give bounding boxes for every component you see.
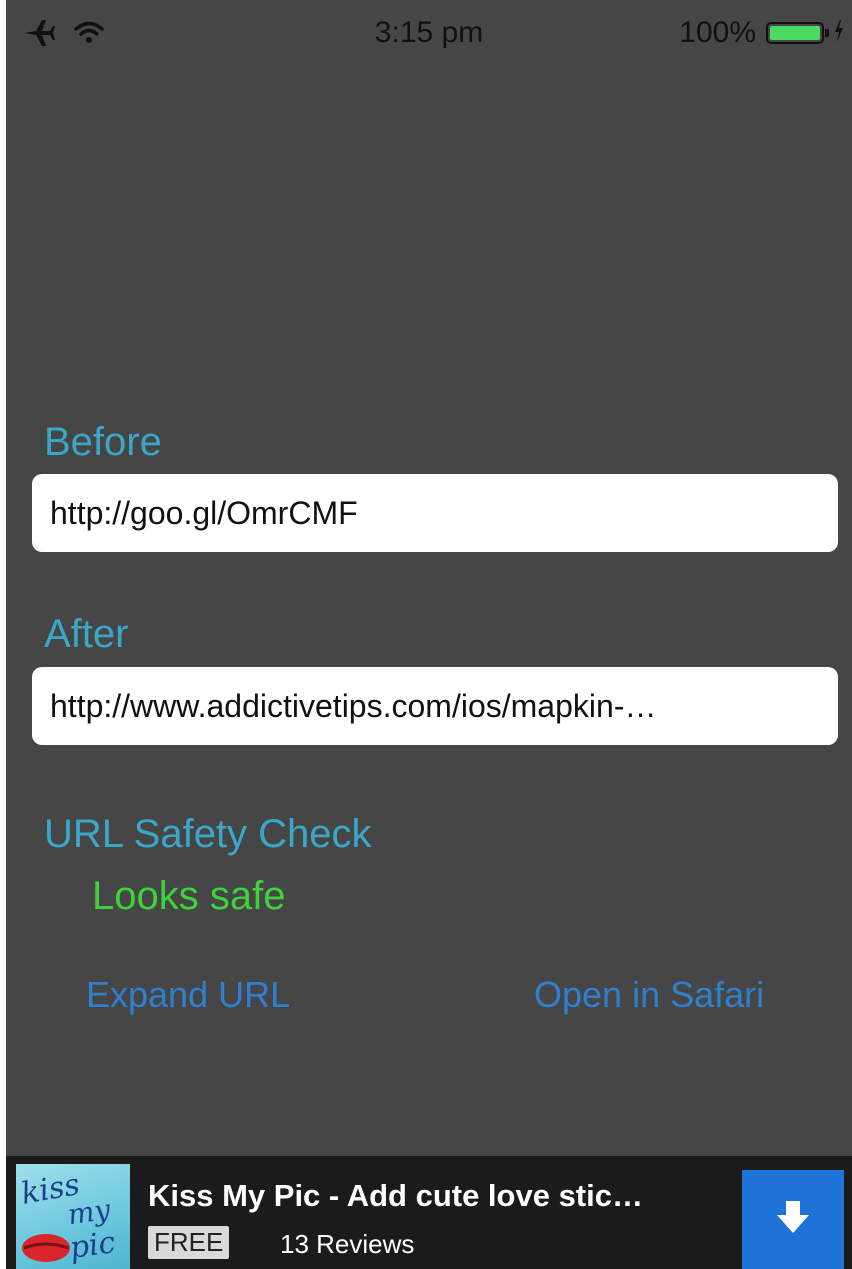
- status-bar: 3:15 pm 100%: [6, 0, 852, 72]
- ad-price-badge: FREE: [148, 1226, 230, 1259]
- battery-percent: 100%: [679, 16, 756, 49]
- status-right: 100%: [679, 16, 844, 50]
- after-label: After: [44, 612, 129, 656]
- battery-level-fill: [770, 26, 820, 40]
- before-url-field[interactable]: http://goo.gl/OmrCMF: [32, 474, 838, 552]
- url-safety-check-label: URL Safety Check: [44, 812, 372, 856]
- battery-icon: [766, 22, 829, 44]
- expand-url-button[interactable]: Expand URL: [86, 974, 290, 1016]
- open-in-safari-button[interactable]: Open in Safari: [534, 974, 764, 1016]
- ad-download-button[interactable]: [742, 1170, 844, 1269]
- svg-text:pic: pic: [68, 1225, 118, 1266]
- battery-cap: [825, 29, 829, 37]
- ad-reviews: 13 Reviews: [280, 1229, 415, 1259]
- app-screen: 3:15 pm 100% Before http://goo.gl/OmrCMF…: [6, 0, 852, 1269]
- safety-status: Looks safe: [92, 874, 286, 918]
- ad-app-icon[interactable]: kiss my pic: [16, 1164, 130, 1269]
- charging-icon: [834, 16, 844, 50]
- download-arrow-icon: [773, 1197, 813, 1242]
- after-url-field[interactable]: http://www.addictivetips.com/ios/mapkin-…: [32, 667, 838, 745]
- kiss-my-pic-logo: kiss my pic: [19, 1167, 118, 1266]
- before-label: Before: [44, 420, 162, 464]
- ad-title[interactable]: Kiss My Pic - Add cute love stic…: [148, 1178, 643, 1214]
- ad-banner[interactable]: kiss my pic Kiss My Pic - Add cute love …: [6, 1156, 852, 1269]
